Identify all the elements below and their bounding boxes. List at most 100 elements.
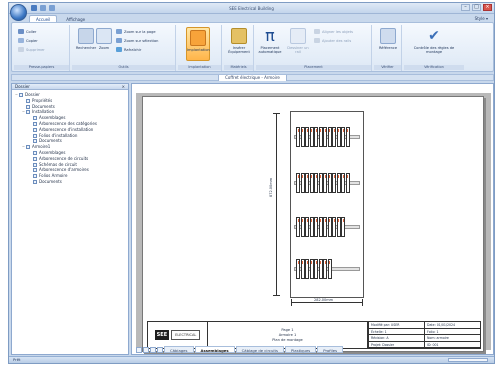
din-rail[interactable] — [294, 172, 360, 194]
close-button[interactable]: × — [483, 4, 492, 11]
minimize-button[interactable]: – — [461, 4, 470, 11]
check-rules-button[interactable]: ✔ Contrôle des règles de montage — [412, 28, 456, 54]
breaker-module[interactable] — [314, 259, 318, 279]
breaker-module[interactable] — [336, 217, 341, 237]
breaker-module[interactable] — [332, 173, 336, 193]
last-sheet-button[interactable] — [157, 346, 163, 353]
style-menu[interactable]: Style ▾ — [475, 16, 488, 21]
reference-button[interactable]: Référence — [376, 28, 400, 50]
copy-button[interactable]: Copier — [18, 38, 38, 43]
breaker-module[interactable] — [296, 173, 300, 193]
breaker-module[interactable] — [300, 217, 305, 237]
next-sheet-button[interactable] — [150, 346, 156, 353]
zoom-button[interactable]: Zoom — [92, 28, 116, 50]
tree-item-label: Arborescence de circuits — [39, 155, 89, 161]
din-rail[interactable] — [294, 258, 360, 280]
breaker-module[interactable] — [300, 127, 305, 147]
tab-accueil[interactable]: Accueil — [29, 15, 58, 22]
breaker-module[interactable] — [309, 217, 314, 237]
tree-item-label: Documents — [39, 178, 62, 184]
close-panel-icon[interactable]: × — [122, 84, 125, 90]
breaker-module[interactable] — [341, 173, 345, 193]
breaker-module[interactable] — [318, 217, 323, 237]
breaker-module[interactable] — [296, 217, 300, 237]
breaker-module[interactable] — [327, 173, 332, 193]
breaker-module[interactable] — [314, 217, 318, 237]
align-objects-button[interactable]: Aligner les objets — [314, 29, 353, 34]
tab-assemblages[interactable]: Assemblages — [194, 346, 235, 353]
document-tab[interactable]: Coffret électrique - Armoire — [218, 75, 287, 81]
breaker-module[interactable] — [296, 127, 300, 147]
clipboard-group: Coller Copier Supprimer Presse-papiers — [14, 25, 70, 71]
reference-group: Référence Vérifier — [374, 25, 402, 71]
breaker-module[interactable] — [336, 127, 341, 147]
tree-item[interactable]: Documents — [12, 179, 128, 185]
tree-item-label: Dossier — [25, 92, 40, 97]
enclosure-outline[interactable] — [290, 111, 364, 298]
equipment-icon — [231, 28, 247, 44]
maximize-button[interactable]: □ — [472, 4, 481, 11]
breaker-module[interactable] — [305, 259, 309, 279]
tree-item-label: Assemblages — [39, 115, 66, 121]
breaker-module[interactable] — [327, 259, 332, 279]
breaker-module[interactable] — [296, 259, 300, 279]
breaker-module[interactable] — [305, 217, 309, 237]
breaker-module[interactable] — [332, 217, 336, 237]
add-rails-button[interactable]: Ajouter des rails — [314, 38, 351, 43]
tab-cablage-circuits[interactable]: Câblage de circuits — [235, 346, 284, 353]
insert-equipment-button[interactable]: Insérer Équipement — [227, 28, 251, 54]
drawing-sheet[interactable]: 872.00mm 282.00mm SEE ELECTRICAL Page 1 … — [142, 96, 484, 352]
breaker-module[interactable] — [323, 217, 327, 237]
delete-button[interactable]: Supprimer — [18, 47, 45, 52]
prev-sheet-button[interactable] — [143, 346, 149, 353]
breaker-module[interactable] — [318, 259, 323, 279]
breaker-module[interactable] — [305, 173, 309, 193]
paste-button[interactable]: Coller — [18, 29, 36, 34]
breaker-module[interactable] — [341, 217, 345, 237]
breaker-module[interactable] — [336, 173, 341, 193]
tree-item-label: Arborescence des catégories — [39, 120, 97, 126]
breaker-module[interactable] — [314, 173, 318, 193]
zoom-selection-button[interactable]: Zoom sur sélection — [116, 38, 158, 43]
zoom-slider[interactable] — [448, 358, 488, 362]
tab-cablages[interactable]: Câblages — [164, 346, 194, 353]
breaker-module[interactable] — [323, 259, 327, 279]
tab-profiles[interactable]: Profiles — [317, 346, 344, 353]
application-menu-button[interactable] — [10, 4, 27, 21]
din-rail[interactable] — [294, 126, 360, 148]
breaker-module[interactable] — [323, 173, 327, 193]
auto-placement-button[interactable]: π Placement automatique — [258, 28, 282, 55]
zoom-icon — [96, 28, 112, 44]
breaker-module[interactable] — [300, 259, 305, 279]
placement-group: Implantation Implantation — [178, 25, 222, 71]
breaker-module[interactable] — [345, 127, 350, 147]
first-sheet-button[interactable] — [136, 346, 142, 353]
group-label: Vérifier — [374, 65, 401, 70]
breaker-module[interactable] — [309, 173, 314, 193]
draw-rail-button[interactable]: Dessiner un rail — [286, 28, 310, 54]
title-block: SEE ELECTRICAL Page 1 Armoire 1 Plan de … — [147, 321, 481, 349]
implantation-button[interactable]: Implantation — [186, 27, 210, 61]
breaker-module[interactable] — [309, 259, 314, 279]
group-label: Matériels — [224, 65, 253, 70]
align-icon — [314, 29, 320, 34]
breaker-module[interactable] — [327, 127, 332, 147]
breaker-module[interactable] — [300, 173, 305, 193]
document-tab-strip: Coffret électrique - Armoire — [11, 74, 494, 81]
breaker-module[interactable] — [332, 127, 336, 147]
tab-plastiques[interactable]: Plastiques — [284, 346, 317, 353]
tab-affichage[interactable]: Affichage — [59, 15, 92, 22]
breaker-module[interactable] — [323, 127, 327, 147]
zoom-page-button[interactable]: Zoom sur la page — [116, 29, 156, 34]
breaker-module[interactable] — [341, 127, 345, 147]
breaker-module[interactable] — [318, 127, 323, 147]
refresh-button[interactable]: Rafraîchir — [116, 47, 141, 52]
breaker-module[interactable] — [305, 127, 309, 147]
tree-item-label: Folios Armoire — [39, 173, 68, 179]
din-rail[interactable] — [294, 216, 360, 238]
breaker-module[interactable] — [327, 217, 332, 237]
breaker-module[interactable] — [345, 173, 350, 193]
breaker-module[interactable] — [309, 127, 314, 147]
breaker-module[interactable] — [314, 127, 318, 147]
breaker-module[interactable] — [318, 173, 323, 193]
